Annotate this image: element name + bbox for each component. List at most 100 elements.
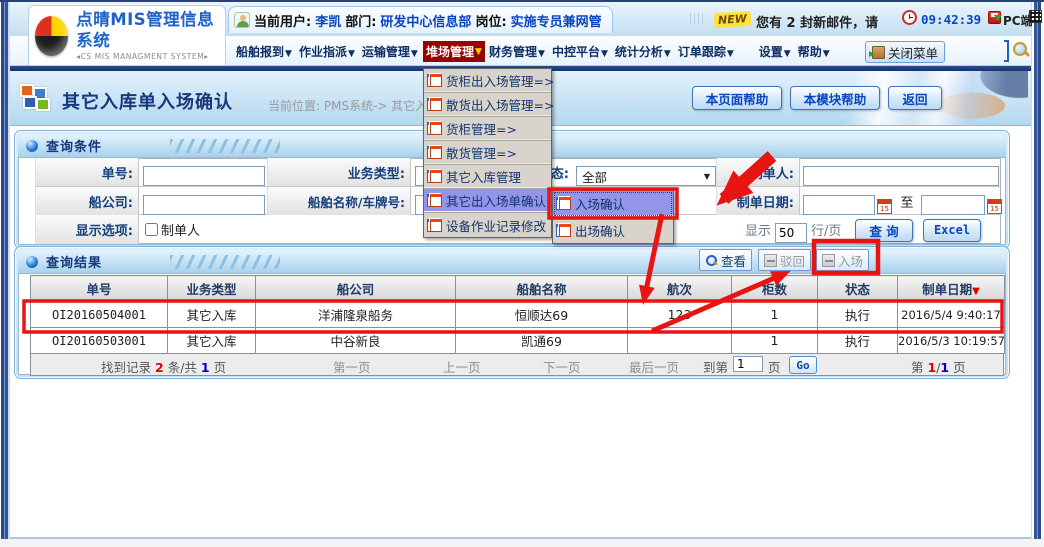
table-row[interactable]: OI20160504001 其它入库 洋浦隆泉船务 恒顺达69 123 1 执行…: [31, 302, 1005, 328]
nav-item-settings[interactable]: 设置▼: [759, 43, 791, 60]
search-button[interactable]: 查 询: [855, 219, 913, 242]
app-title: 点晴MIS管理信息系统: [76, 10, 219, 51]
col-make-date[interactable]: 制单日期▼: [898, 276, 1005, 302]
results-table: 单号 业务类型 船公司 船舶名称 航次 柜数 状态 制单日期▼ OI201605…: [30, 275, 1005, 354]
menu-item-other-gate-confirm[interactable]: 其它出入场单确认: [424, 189, 551, 213]
order-no-label: 单号:: [35, 158, 139, 186]
qr-code-icon[interactable]: [1029, 10, 1042, 23]
col-shipping-co[interactable]: 船公司: [256, 276, 456, 302]
breadcrumb: 当前位置: PMS系统-> 其它入: [268, 97, 427, 114]
back-button[interactable]: 返回: [888, 86, 942, 110]
nav-item-yard-management-active[interactable]: 堆场管理▼: [423, 41, 485, 62]
prev-page-link[interactable]: 上一页: [443, 357, 481, 376]
table-row[interactable]: OI20160503001 其它入库 中谷新良 凯通69 1 执行 2016/5…: [31, 328, 1005, 354]
clock-time: 09:42:39: [921, 12, 981, 27]
vessel-label: 船舶名称/车牌号:: [267, 187, 411, 215]
window-cascade-icon: [427, 170, 442, 183]
new-mail-notice[interactable]: 您有 2 封新邮件，请: [756, 12, 878, 31]
rows-unit-label: 行/页: [811, 215, 841, 244]
yard-management-dropdown-menu: 货柜出入场管理=> 散货出入场管理=> 货柜管理=> 散货管理=> 其它入库管理…: [423, 68, 552, 238]
col-vessel-name[interactable]: 船舶名称: [456, 276, 628, 302]
app-logo-panel: 点晴MIS管理信息系统 ◂CS MIS MANAGMENT SYSTEM▸: [28, 5, 226, 66]
menu-item-container-gate[interactable]: 货柜出入场管理=>: [424, 69, 551, 93]
search-bracket: [1004, 40, 1009, 62]
biz-type-label: 业务类型:: [267, 158, 411, 186]
goto-unit: 页: [768, 357, 781, 376]
submenu-item-enter-confirm[interactable]: 入场确认: [553, 191, 673, 217]
nav-item-finance[interactable]: 财务管理▼: [489, 43, 545, 60]
status-link[interactable]: 执行: [818, 328, 898, 354]
col-order-no[interactable]: 单号: [31, 276, 168, 302]
current-user-bar: 当前用户: 李凯 部门: 研发中心信息部 岗位: 实施专员兼网管: [228, 6, 613, 33]
chevron-down-icon: ▼: [823, 49, 830, 59]
calendar-icon[interactable]: 15: [877, 199, 892, 214]
order-no-input[interactable]: [143, 166, 265, 186]
dept-label: 部门:: [345, 11, 376, 30]
menu-item-container-mgmt[interactable]: 货柜管理=>: [424, 117, 551, 141]
role-link[interactable]: 实施专员兼网管: [511, 11, 602, 30]
date-to-input[interactable]: [921, 195, 985, 215]
module-help-button[interactable]: 本模块帮助: [790, 86, 880, 110]
current-user-label: 当前用户:: [254, 11, 311, 30]
goto-page-input[interactable]: [733, 356, 763, 372]
sort-desc-icon: ▼: [972, 286, 980, 297]
dept-link[interactable]: 研发中心信息部: [380, 11, 471, 30]
chevron-down-icon: ▼: [475, 47, 482, 57]
table-header-row: 单号 业务类型 船公司 船舶名称 航次 柜数 状态 制单日期▼: [31, 276, 1005, 302]
nav-item-order-tracking[interactable]: 订单跟踪▼: [678, 43, 734, 60]
user-avatar-icon: [234, 12, 250, 28]
excel-button[interactable]: Excel: [923, 219, 981, 242]
view-button[interactable]: 查看: [699, 249, 752, 271]
app-subtitle: ◂CS MIS MANAGMENT SYSTEM▸: [76, 52, 219, 61]
menu-item-other-warehouse[interactable]: 其它入库管理: [424, 165, 551, 189]
pc-client-icon[interactable]: [988, 11, 1001, 24]
new-badge: NEW: [714, 11, 752, 29]
go-button[interactable]: Go: [789, 356, 817, 374]
col-voyage[interactable]: 航次: [628, 276, 732, 302]
reject-icon: [764, 254, 777, 267]
nav-item-help[interactable]: 帮助▼: [798, 43, 830, 60]
submenu-item-exit-confirm[interactable]: 出场确认: [553, 217, 673, 243]
nav-item-control-platform[interactable]: 中控平台▼: [552, 43, 608, 60]
status-link[interactable]: 执行: [818, 302, 898, 328]
query-panel-title: 查询条件: [46, 136, 102, 155]
menu-item-bulk-mgmt[interactable]: 散货管理=>: [424, 141, 551, 165]
header-stripes-decoration: [170, 139, 280, 153]
shipping-co-input[interactable]: [143, 195, 265, 215]
sphere-bullet-icon: [26, 140, 38, 152]
status-select[interactable]: 全部▼: [576, 166, 716, 186]
view-magnifier-icon: [705, 254, 718, 267]
pagination-bar: 找到记录 2 条/共 1 页 第一页 上一页 下一页 最后一页 到第 页 Go …: [30, 354, 1004, 376]
current-user-link[interactable]: 李凯: [315, 11, 341, 30]
make-date-label: 制单日期:: [716, 187, 800, 215]
header-stripes-decoration: [170, 255, 280, 269]
nav-item-transport[interactable]: 运输管理▼: [362, 43, 418, 60]
col-status[interactable]: 状态: [818, 276, 898, 302]
maker-checkbox[interactable]: [145, 223, 158, 236]
next-page-link[interactable]: 下一页: [543, 357, 581, 376]
nav-item-statistics[interactable]: 统计分析▼: [615, 43, 671, 60]
window-cascade-icon: [427, 122, 442, 135]
page-help-button[interactable]: 本页面帮助: [692, 86, 782, 110]
alarm-clock-icon: [902, 10, 917, 25]
menu-item-bulk-gate[interactable]: 散货出入场管理=>: [424, 93, 551, 117]
close-menu-button[interactable]: 关闭菜单: [865, 41, 945, 63]
calendar-icon[interactable]: 15: [987, 199, 1002, 214]
col-biz-type[interactable]: 业务类型: [168, 276, 256, 302]
reject-button[interactable]: 驳回: [758, 249, 811, 271]
enter-yard-button[interactable]: 入场: [816, 249, 869, 271]
nav-item-ship-report[interactable]: 船舶报到▼: [236, 43, 292, 60]
nav-item-job-assign[interactable]: 作业指派▼: [299, 43, 355, 60]
first-page-link[interactable]: 第一页: [333, 357, 371, 376]
date-to-label: 至: [897, 187, 917, 215]
last-page-link[interactable]: 最后一页: [629, 357, 679, 376]
col-container-qty[interactable]: 柜数: [732, 276, 818, 302]
maker-input[interactable]: [803, 166, 999, 186]
search-icon[interactable]: [1012, 41, 1030, 59]
rows-per-page-input[interactable]: [775, 223, 807, 243]
menu-item-equipment-log[interactable]: 设备作业记录修改: [424, 213, 551, 237]
display-options-label: 显示选项:: [35, 215, 139, 244]
tick-marks: [690, 13, 706, 25]
date-from-input[interactable]: [803, 195, 875, 215]
nav-group-left: 船舶报到▼ 作业指派▼ 运输管理▼: [236, 36, 418, 66]
